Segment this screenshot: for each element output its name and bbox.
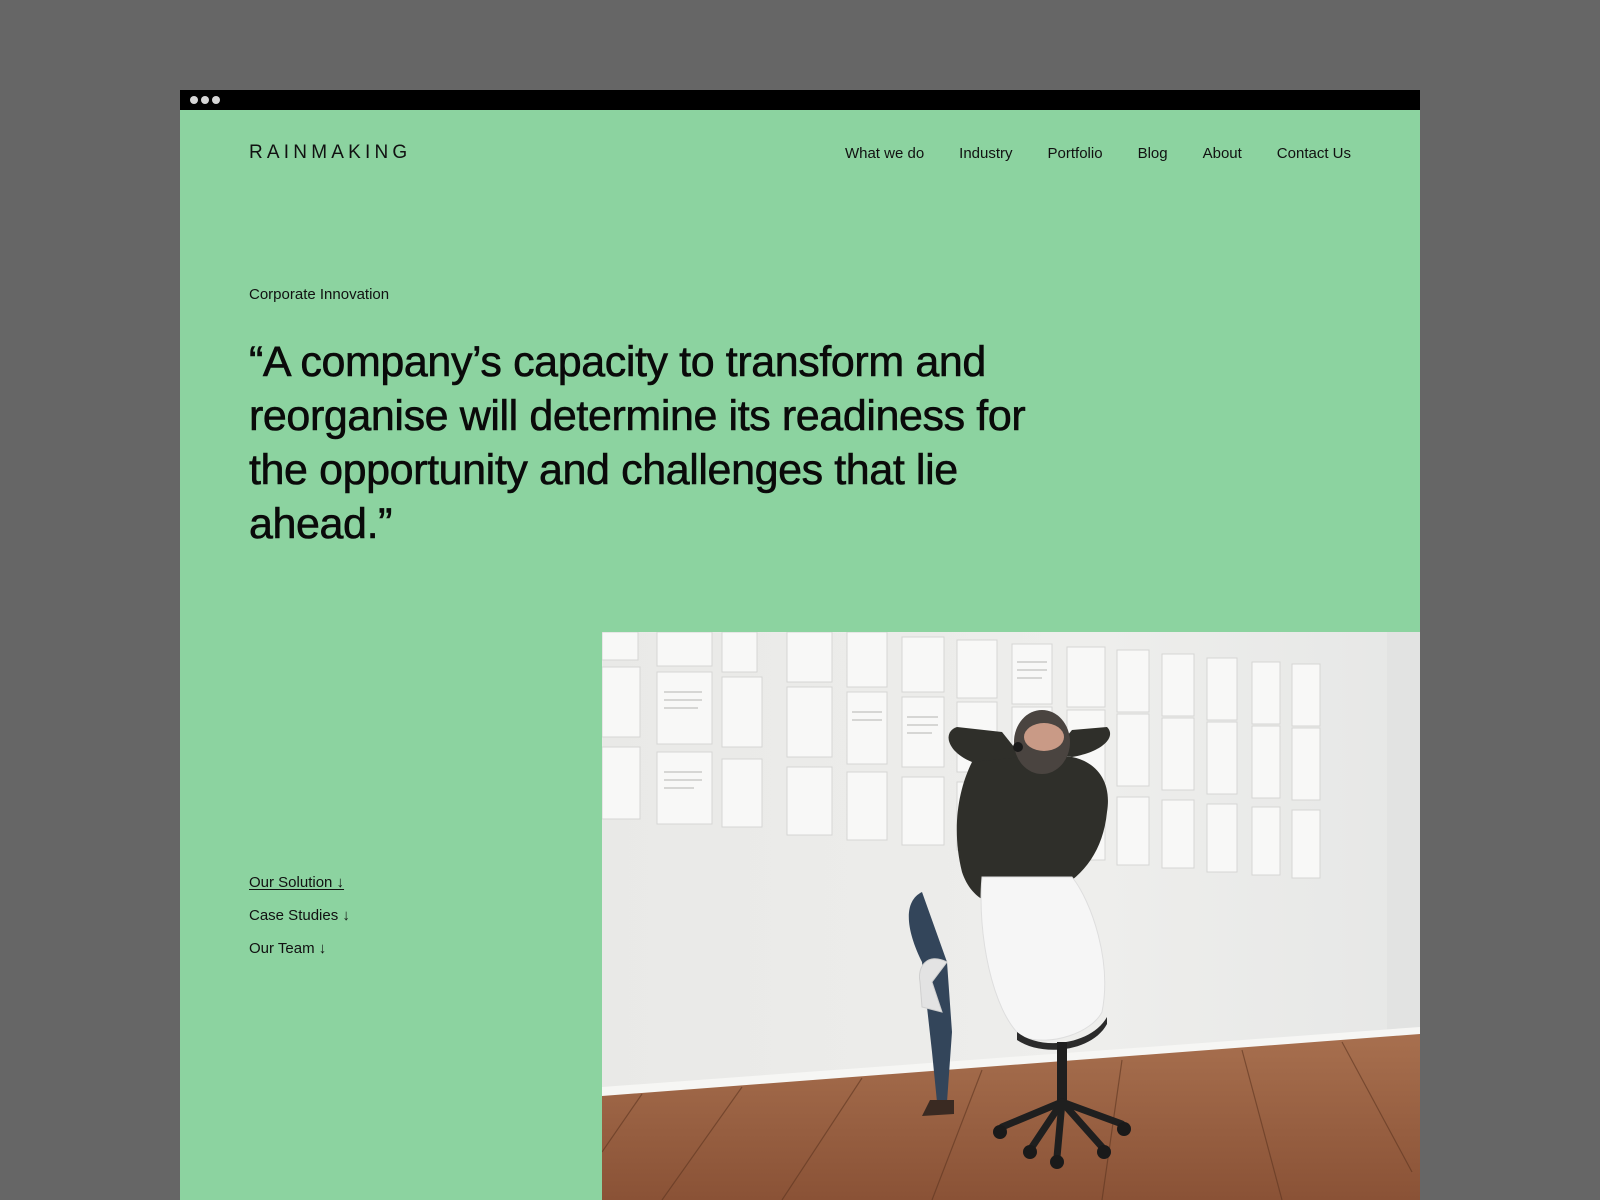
nav-item-contact-us[interactable]: Contact Us [1277,145,1351,162]
nav-item-about[interactable]: About [1203,145,1242,162]
browser-top-bar [180,90,1420,110]
nav-item-what-we-do[interactable]: What we do [845,145,924,162]
window-controls [190,96,220,104]
person-hands [1024,723,1064,751]
logo[interactable]: RAINMAKING [249,142,411,164]
browser-window: RAINMAKING What we do Industry Portfolio… [180,90,1420,1200]
wall-corner [1387,632,1420,1052]
anchor-case-studies[interactable]: Case Studies ↓ [249,907,350,940]
main-nav: What we do Industry Portfolio Blog About… [845,145,1351,162]
window-dot-icon[interactable] [212,96,220,104]
anchor-links: Our Solution ↓ Case Studies ↓ Our Team ↓ [249,874,350,973]
watch [1013,742,1023,752]
window-dot-icon[interactable] [201,96,209,104]
chair-post [1057,1042,1067,1102]
section-eyebrow: Corporate Innovation [249,286,390,303]
nav-item-blog[interactable]: Blog [1138,145,1168,162]
anchor-our-solution[interactable]: Our Solution ↓ [249,874,350,907]
hero-quote: “A company’s capacity to transform and r… [249,338,1026,549]
nav-item-industry[interactable]: Industry [959,145,1012,162]
anchor-our-team[interactable]: Our Team ↓ [249,940,350,973]
window-dot-icon[interactable] [190,96,198,104]
nav-item-portfolio[interactable]: Portfolio [1048,145,1103,162]
hero-photo [602,632,1420,1200]
